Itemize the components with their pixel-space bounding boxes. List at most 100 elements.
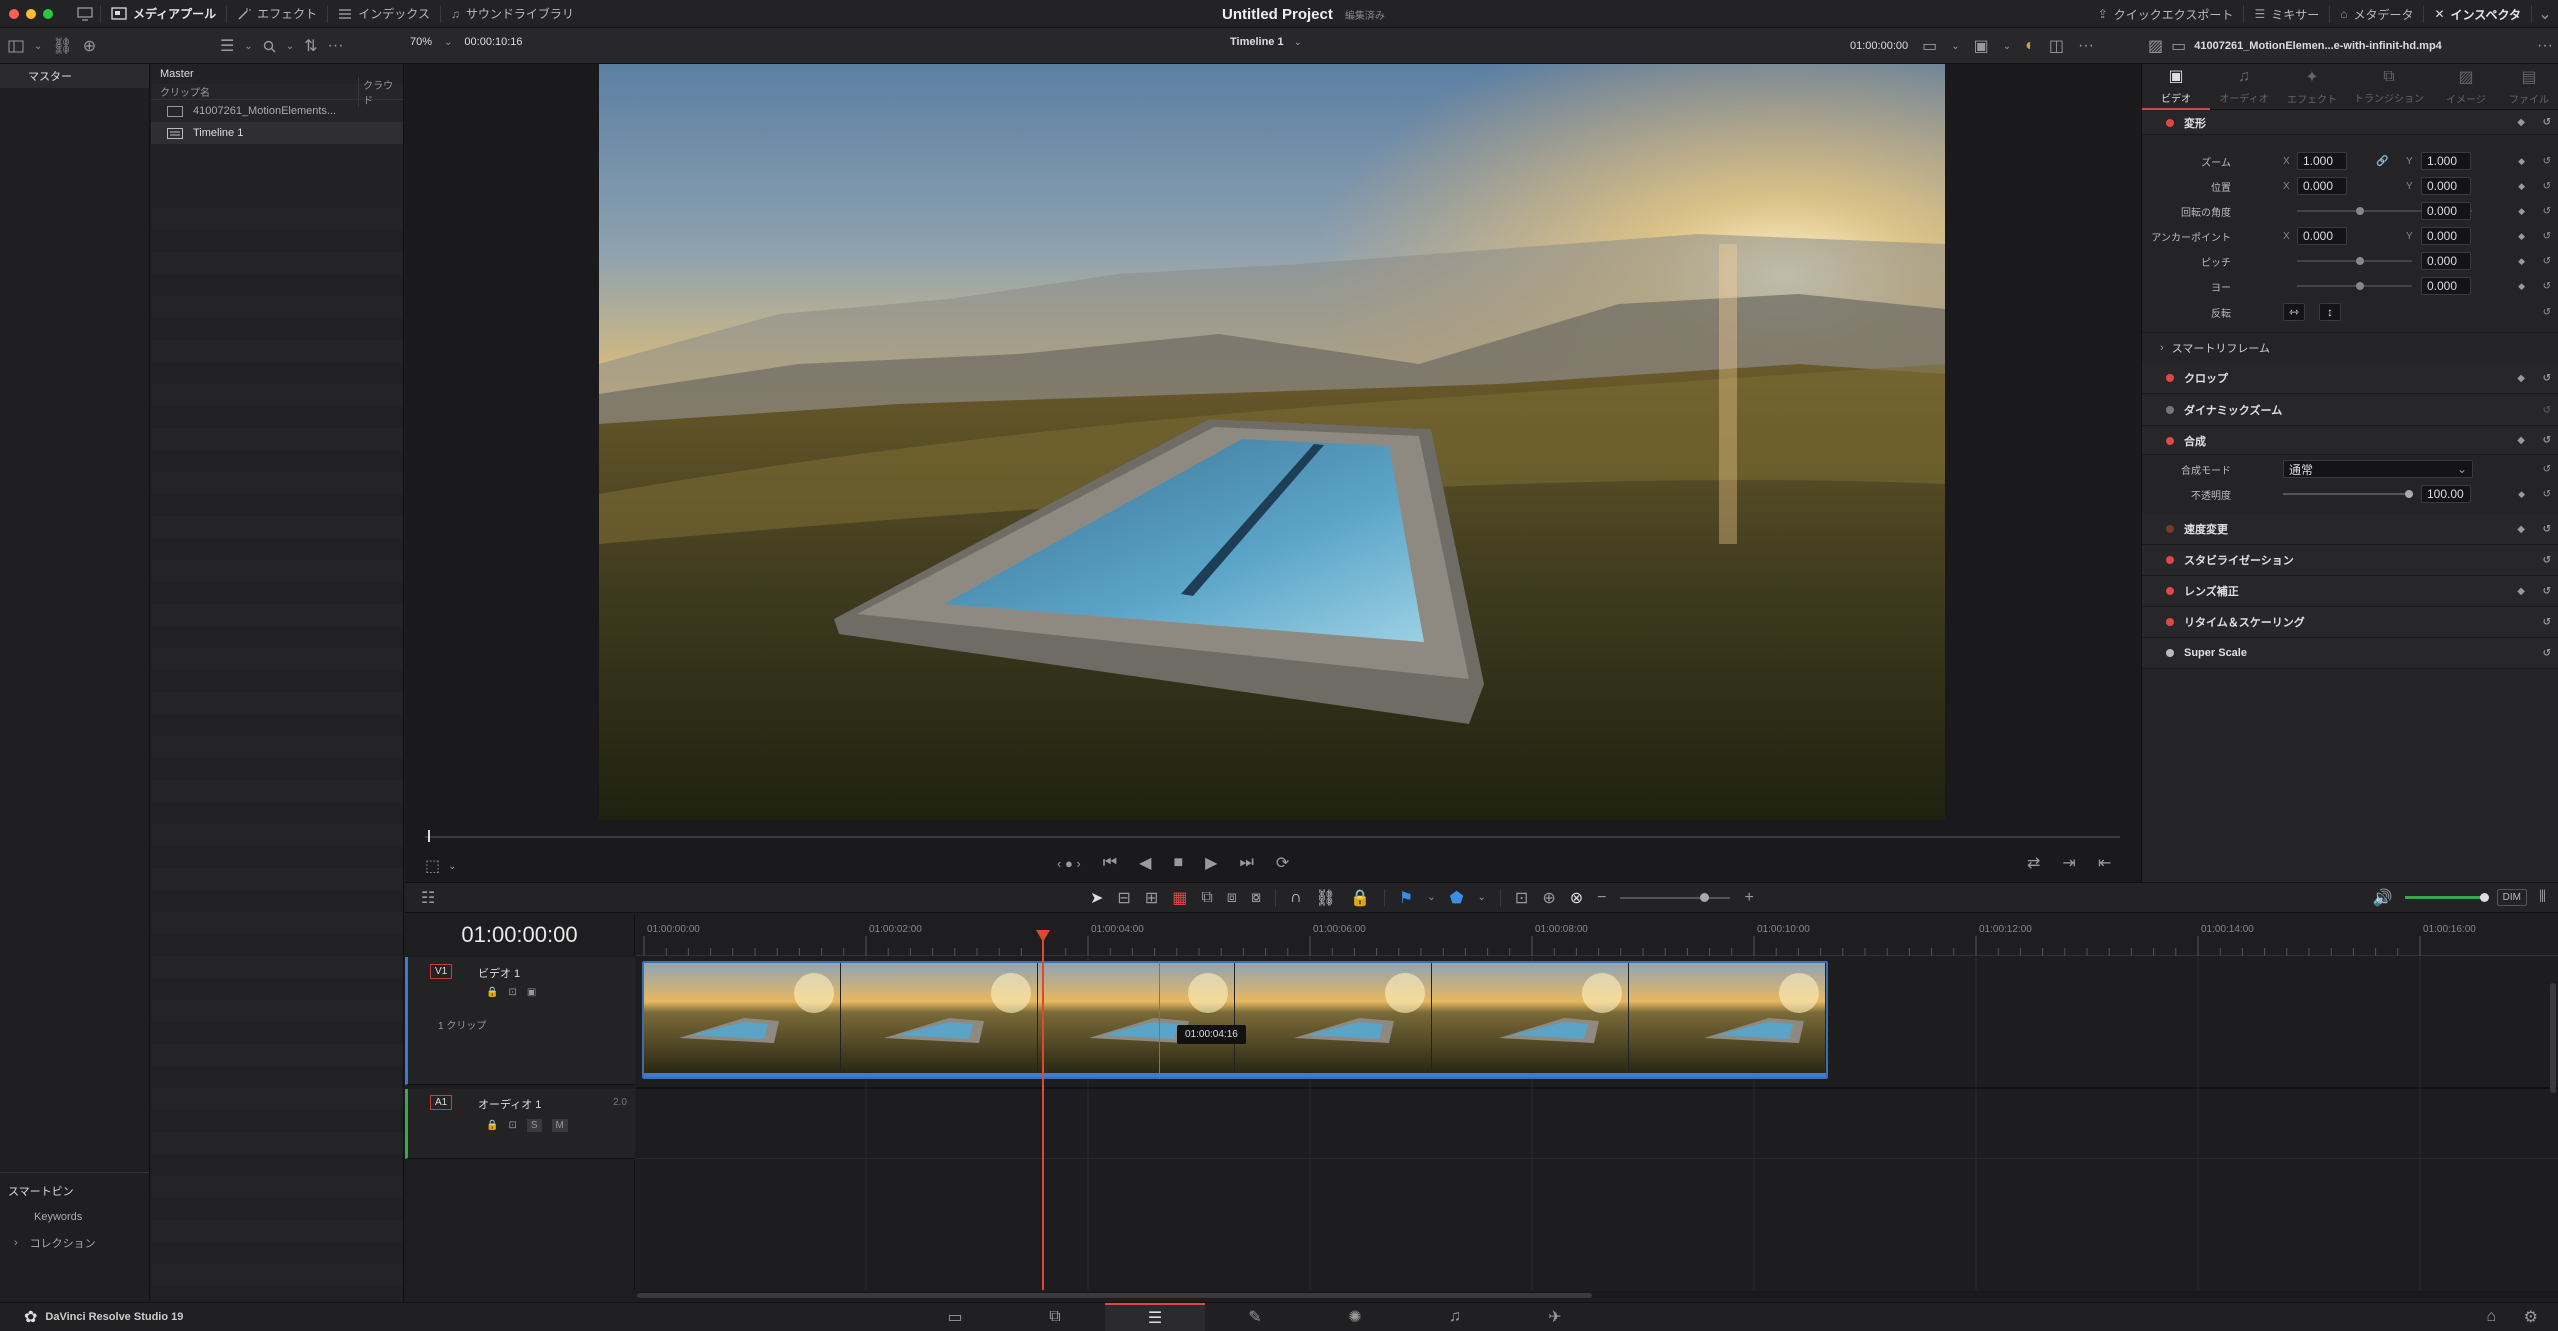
viewer-zoom[interactable]: 70%: [410, 36, 432, 48]
keyframe-icon[interactable]: ◆: [2518, 256, 2525, 267]
slider-handle[interactable]: [2479, 893, 2489, 902]
lens-correction-enable-toggle[interactable]: [2166, 587, 2174, 595]
flag-icon[interactable]: ⚑: [1399, 888, 1413, 908]
reset-icon[interactable]: ↺: [2543, 231, 2551, 242]
reset-icon[interactable]: ↺: [2543, 181, 2551, 192]
expand-icon[interactable]: ⌄: [2532, 4, 2558, 24]
media-page-icon[interactable]: ▭: [905, 1303, 1005, 1331]
volume-slider[interactable]: [2404, 893, 2489, 902]
column-credit[interactable]: クラウド: [358, 76, 403, 107]
keyframe-icon[interactable]: ◆: [2518, 156, 2525, 167]
chevron-down-icon[interactable]: ⌄: [444, 37, 452, 48]
reset-icon[interactable]: ↺: [2543, 206, 2551, 217]
list-view-icon[interactable]: ☰: [220, 36, 234, 56]
sort-icon[interactable]: ⇅: [304, 36, 317, 56]
position-y-field[interactable]: 0.000: [2421, 177, 2471, 195]
dual-viewer-icon[interactable]: ◫: [2049, 36, 2064, 56]
go-to-end-icon[interactable]: ⏭: [1239, 854, 1253, 872]
a1-track-name[interactable]: オーディオ 1: [478, 1096, 541, 1112]
section-lens-correction[interactable]: レンズ補正 ◆ ↺: [2142, 576, 2558, 607]
keyframe-icon[interactable]: ◆: [2517, 524, 2525, 535]
panel-layout-icon[interactable]: [8, 40, 24, 53]
pitch-field[interactable]: 0.000: [2421, 252, 2471, 270]
zoom-full-icon[interactable]: ⊡: [1515, 888, 1528, 908]
media-item[interactable]: Timeline 1: [151, 122, 403, 144]
zoom-in-icon[interactable]: +: [1744, 889, 1753, 907]
pitch-slider[interactable]: [2297, 257, 2412, 265]
tab-file[interactable]: ▤ ファイル: [2500, 67, 2558, 106]
tab-transition[interactable]: ⧉ トランジション: [2346, 68, 2432, 105]
stop-icon[interactable]: ■: [1173, 854, 1183, 872]
yaw-slider[interactable]: [2297, 282, 2412, 290]
reset-icon[interactable]: ↺: [2543, 405, 2551, 416]
reset-icon[interactable]: ↺: [2543, 524, 2551, 535]
flip-horizontal-button[interactable]: ⇿: [2283, 303, 2305, 321]
monitor-icon[interactable]: [70, 6, 100, 21]
v1-track-name[interactable]: ビデオ 1: [478, 965, 520, 981]
fusion-page-icon[interactable]: ✎: [1205, 1303, 1305, 1331]
composite-mode-select[interactable]: 通常 ⌄: [2283, 460, 2473, 478]
crop-enable-toggle[interactable]: [2166, 374, 2174, 382]
sound-library-tab[interactable]: ♫ サウンドライブラリ: [441, 0, 584, 28]
chevron-down-icon[interactable]: ⌄: [1478, 892, 1486, 903]
slider-handle[interactable]: [1700, 892, 1710, 902]
maximize-window-button[interactable]: [43, 8, 53, 19]
quick-export-button[interactable]: ⇪ クイックエクスポート: [2088, 0, 2244, 28]
replace-clip-icon[interactable]: ⧇: [1251, 889, 1261, 907]
scrollbar-thumb[interactable]: [637, 1293, 1592, 1298]
keyframe-icon[interactable]: ◆: [2518, 281, 2525, 292]
zoom-out-icon[interactable]: −: [1597, 889, 1606, 907]
section-stabilization[interactable]: スタビライゼーション ↺: [2142, 545, 2558, 576]
deliver-page-icon[interactable]: ✈: [1505, 1303, 1605, 1331]
insert-clip-icon[interactable]: ⧉: [1201, 889, 1212, 907]
reset-icon[interactable]: ↺: [2543, 307, 2551, 318]
lock-icon[interactable]: 🔒: [486, 987, 498, 998]
timeline-playhead[interactable]: [1036, 930, 1050, 1290]
jog-control[interactable]: ‹ ● ›: [1057, 856, 1081, 871]
timeline-ruler[interactable]: 01:00:00:00 01:00:02:00 01:00:04:00 01:00:0…: [636, 914, 2558, 956]
minimize-window-button[interactable]: [26, 8, 36, 19]
mute-button[interactable]: M: [551, 1119, 568, 1132]
color-icon[interactable]: ◐: [2025, 37, 2035, 55]
fairlight-page-icon[interactable]: ♫: [1405, 1303, 1505, 1331]
video-clip[interactable]: [642, 961, 1828, 1079]
selection-tool-icon[interactable]: ➤: [1090, 888, 1103, 908]
anchor-x-field[interactable]: 0.000: [2297, 227, 2347, 245]
slider-handle[interactable]: [2405, 490, 2413, 498]
viewer-playhead[interactable]: [428, 830, 430, 842]
keyframe-icon[interactable]: ◆: [2517, 373, 2525, 384]
stabilization-enable-toggle[interactable]: [2166, 556, 2174, 564]
keyframe-icon[interactable]: ◆: [2518, 489, 2525, 500]
section-super-scale[interactable]: Super Scale ↺: [2142, 638, 2558, 669]
section-crop[interactable]: クロップ ◆ ↺: [2142, 363, 2558, 394]
chevron-down-icon[interactable]: ⌄: [1294, 37, 1302, 48]
keyframe-icon[interactable]: ◆: [2517, 117, 2525, 128]
timeline-horizontal-scrollbar[interactable]: [637, 1291, 2558, 1299]
track-area[interactable]: 01:00:04:16: [636, 957, 2558, 1290]
reset-icon[interactable]: ↺: [2543, 281, 2551, 292]
search-icon[interactable]: [263, 40, 276, 53]
meter-icon[interactable]: ⦀: [2539, 889, 2546, 907]
column-clip-name[interactable]: クリップ名: [151, 84, 358, 99]
mixer-tab[interactable]: ☰ ミキサー: [2244, 0, 2329, 28]
anchor-y-field[interactable]: 0.000: [2421, 227, 2471, 245]
speed-change-enable-toggle[interactable]: [2166, 525, 2174, 533]
display-icon[interactable]: ▣: [1974, 36, 1989, 56]
keyframe-icon[interactable]: ◆: [2518, 206, 2525, 217]
keyframe-icon[interactable]: ◆: [2517, 435, 2525, 446]
reset-icon[interactable]: ↺: [2543, 464, 2551, 475]
speaker-icon[interactable]: 🔊: [2373, 888, 2393, 908]
position-x-field[interactable]: 0.000: [2297, 177, 2347, 195]
more-icon[interactable]: ···: [328, 37, 344, 55]
blade-tool-icon[interactable]: ▦: [1172, 888, 1187, 908]
index-tab[interactable]: インデックス: [328, 0, 440, 28]
solo-button[interactable]: S: [526, 1119, 542, 1132]
section-speed-change[interactable]: 速度変更 ◆ ↺: [2142, 514, 2558, 545]
viewer-mode-icon[interactable]: ▭: [1922, 36, 1937, 56]
section-dynamic-zoom[interactable]: ダイナミックズーム ↺: [2142, 395, 2558, 426]
effects-tab[interactable]: エフェクト: [227, 0, 327, 28]
more-icon[interactable]: ···: [2537, 37, 2553, 55]
chevron-down-icon[interactable]: ⌄: [2003, 41, 2011, 52]
metadata-tab[interactable]: ⌂ メタデータ: [2330, 0, 2423, 28]
retime-enable-toggle[interactable]: [2166, 618, 2174, 626]
